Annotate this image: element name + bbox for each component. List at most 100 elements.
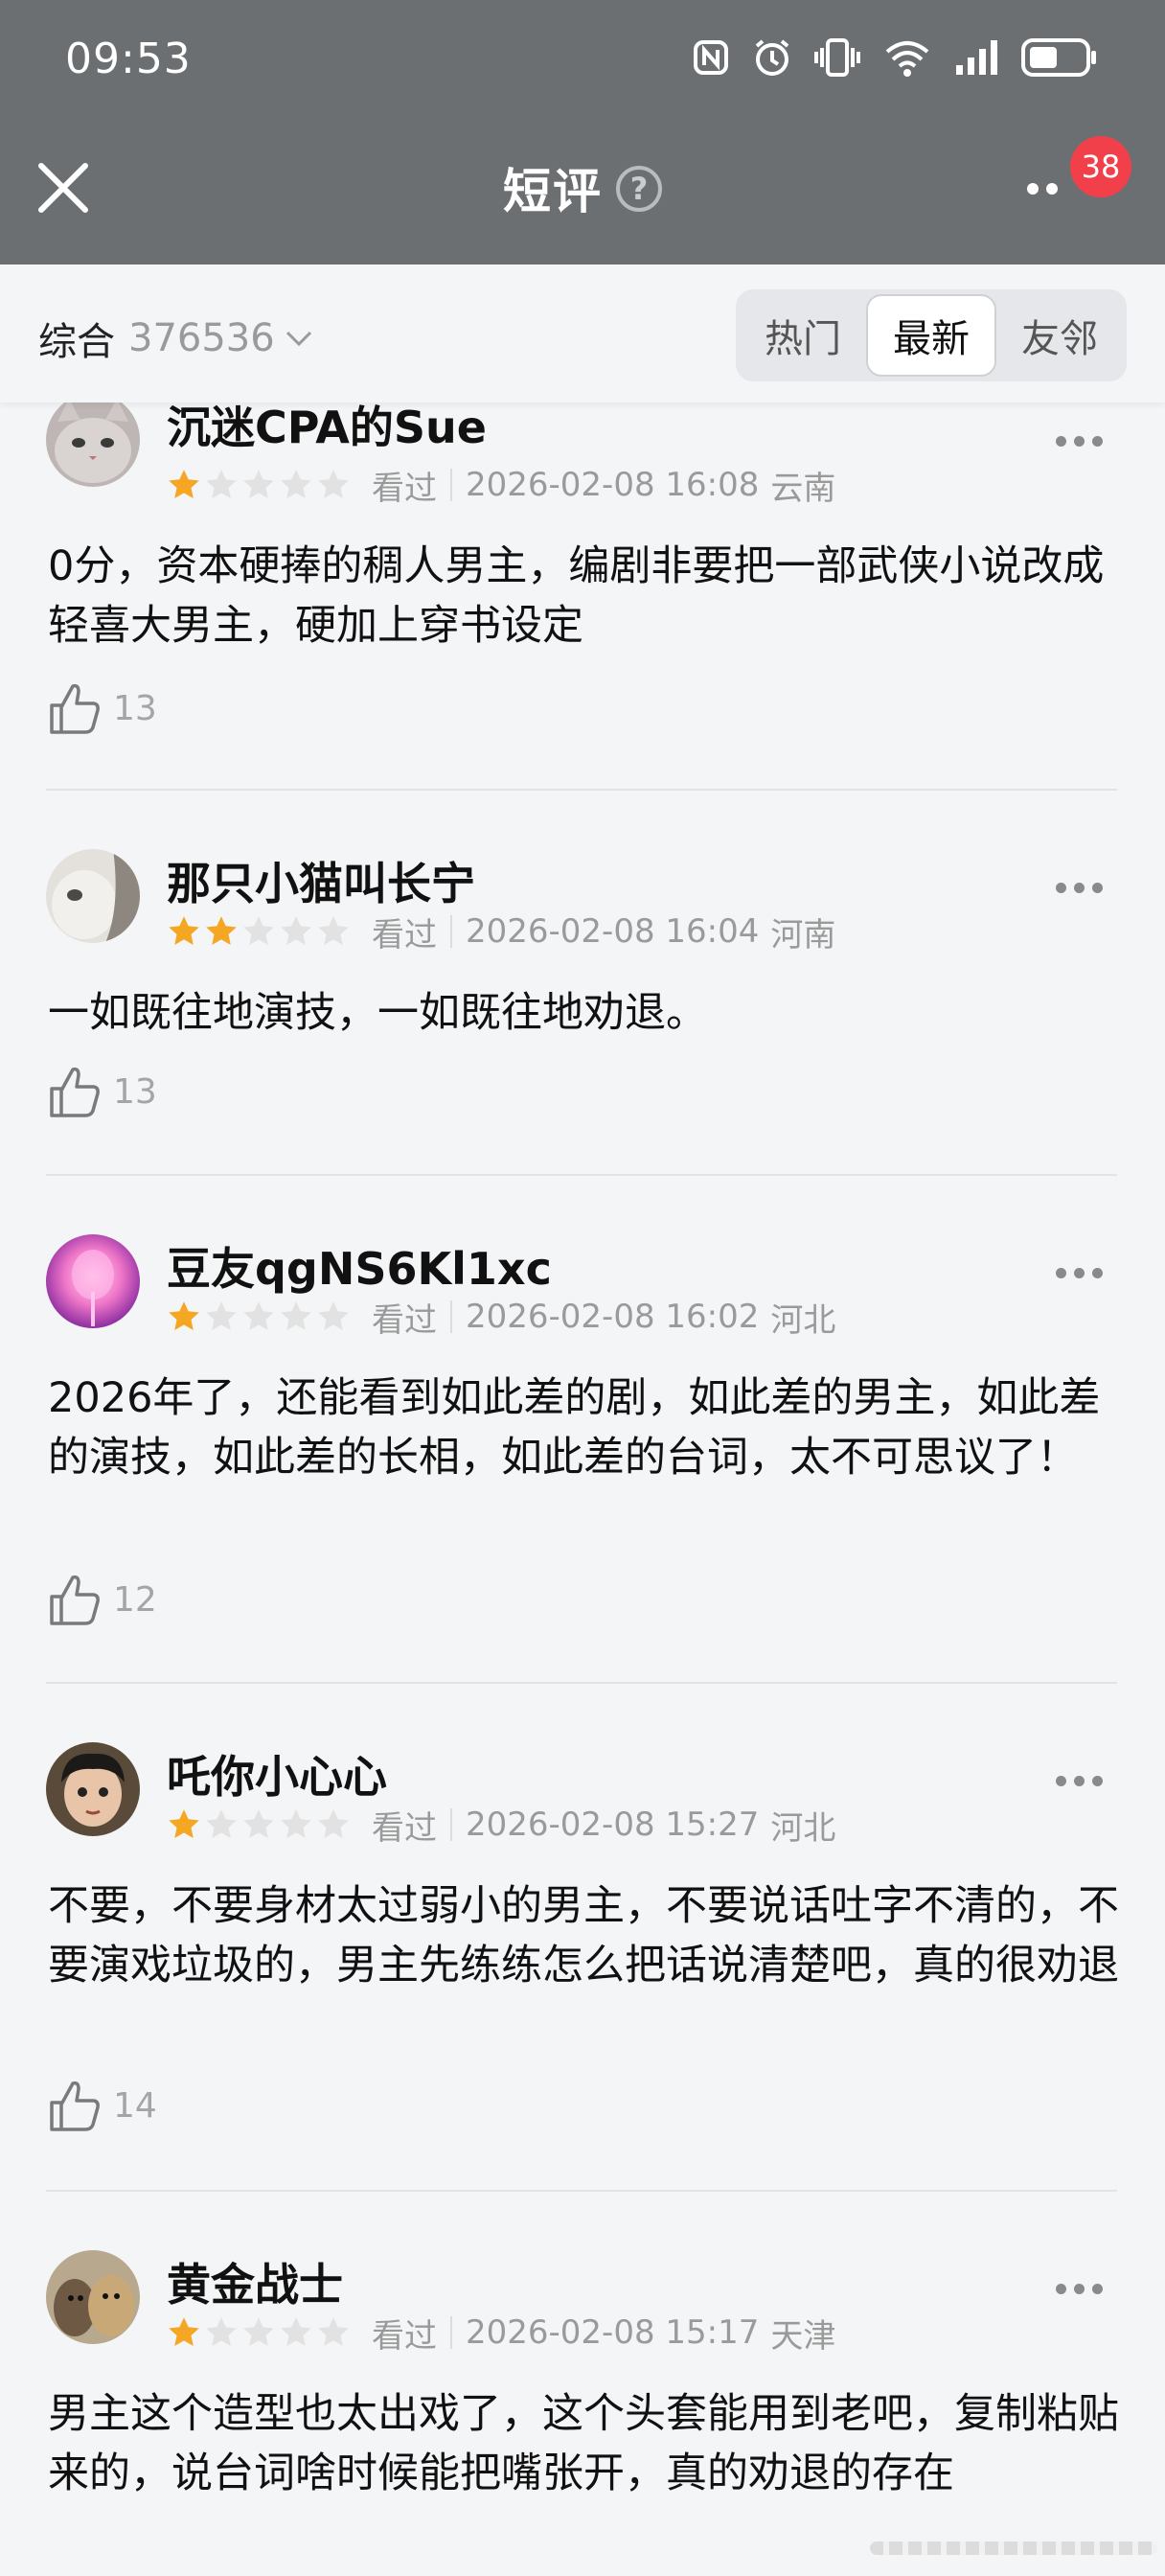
thumbs-up-icon bbox=[50, 683, 100, 734]
star-empty-icon bbox=[318, 916, 349, 945]
review-content: 2026年了，还能看到如此差的剧，如此差的男主，如此差的演技，如此差的长相，如此… bbox=[48, 1374, 1101, 1482]
review-time: 2026-02-08 16:04 bbox=[466, 912, 760, 951]
username[interactable]: 吒你小心心 bbox=[167, 1742, 387, 1806]
thumbs-up-icon bbox=[50, 1575, 100, 1625]
divider bbox=[46, 2190, 1117, 2192]
meta-divider bbox=[450, 469, 452, 501]
divider bbox=[46, 1682, 1117, 1684]
review-more-button[interactable] bbox=[1056, 1771, 1104, 1790]
review-content: 男主这个造型也太出戏了，这个头套能用到老吧，复制粘贴来的，说台词啥时候能把嘴张开… bbox=[48, 2390, 1119, 2497]
watch-status: 看过 bbox=[372, 1808, 437, 1848]
like-count: 14 bbox=[113, 2085, 157, 2126]
review-location: 河南 bbox=[770, 915, 836, 954]
wifi-icon bbox=[885, 41, 929, 77]
review-time: 2026-02-08 15:27 bbox=[466, 1806, 760, 1844]
like-count: 12 bbox=[113, 1579, 157, 1620]
username[interactable]: 那只小猫叫长宁 bbox=[167, 849, 475, 912]
star-empty-icon bbox=[318, 470, 349, 498]
avatar[interactable] bbox=[46, 1742, 140, 1836]
meta-divider bbox=[450, 2316, 452, 2349]
review-time: 2026-02-08 16:08 bbox=[466, 466, 760, 504]
avatar[interactable] bbox=[46, 393, 140, 487]
review-meta: 看过 2026-02-08 16:04 河南 bbox=[167, 910, 836, 954]
star-empty-icon bbox=[318, 1301, 349, 1330]
like-count: 13 bbox=[113, 1071, 157, 1112]
like-button[interactable]: 13 bbox=[46, 680, 157, 736]
divider bbox=[46, 789, 1117, 791]
help-icon[interactable]: ? bbox=[616, 166, 662, 212]
review-content: 一如既往地演技，一如既往地劝退。 bbox=[48, 989, 707, 1037]
review-location: 天津 bbox=[770, 2316, 836, 2356]
tab-friends[interactable]: 友邻 bbox=[996, 294, 1123, 377]
sort-dropdown[interactable]: 综合 376536 bbox=[38, 310, 313, 366]
star-rating bbox=[167, 1300, 351, 1334]
watch-status: 看过 bbox=[372, 1300, 437, 1340]
top-bar: 09:53 短评 ? 38 bbox=[0, 0, 1165, 264]
signal-icon bbox=[956, 40, 997, 75]
thumbs-up-icon bbox=[50, 2081, 100, 2131]
tab-latest[interactable]: 最新 bbox=[866, 294, 996, 377]
star-empty-icon bbox=[206, 2317, 237, 2346]
avatar[interactable] bbox=[46, 1234, 140, 1328]
review-meta: 看过 2026-02-08 16:08 云南 bbox=[167, 464, 836, 508]
more-options-button[interactable] bbox=[1027, 172, 1075, 205]
star-empty-icon bbox=[318, 1809, 349, 1838]
sort-label: 综合 bbox=[38, 320, 115, 364]
notification-badge[interactable]: 38 bbox=[1070, 136, 1131, 197]
review-more-button[interactable] bbox=[1056, 878, 1104, 897]
star-filled-icon bbox=[169, 1809, 199, 1838]
like-button[interactable]: 12 bbox=[46, 1572, 157, 1627]
star-empty-icon bbox=[243, 916, 274, 945]
review-more-button[interactable] bbox=[1056, 1263, 1104, 1282]
review-meta: 看过 2026-02-08 16:02 河北 bbox=[167, 1296, 835, 1340]
review-content: 0分，资本硬捧的稠人男主，编剧非要把一部武侠小说改成轻喜大男主，硬加上穿书设定 bbox=[48, 542, 1105, 650]
page-title: 短评 ? bbox=[0, 157, 1165, 219]
star-empty-icon bbox=[243, 1301, 274, 1330]
star-empty-icon bbox=[318, 2317, 349, 2346]
nfc-icon bbox=[694, 40, 728, 75]
meta-divider bbox=[450, 1808, 452, 1841]
thumbs-up-icon bbox=[50, 1067, 100, 1117]
dot-icon bbox=[1046, 183, 1058, 195]
star-empty-icon bbox=[281, 916, 311, 945]
review-more-button[interactable] bbox=[1056, 2279, 1104, 2298]
username[interactable]: 黄金战士 bbox=[167, 2250, 343, 2313]
star-filled-icon bbox=[206, 916, 237, 945]
username[interactable]: 豆友qgNS6Kl1xc bbox=[167, 1234, 552, 1298]
home-indicator[interactable] bbox=[870, 2542, 1157, 2555]
star-filled-icon bbox=[169, 2317, 199, 2346]
star-empty-icon bbox=[206, 470, 237, 498]
battery-icon bbox=[1021, 38, 1096, 77]
star-empty-icon bbox=[281, 470, 311, 498]
like-button[interactable]: 13 bbox=[46, 1064, 157, 1119]
review-count: 376536 bbox=[128, 316, 275, 360]
review-location: 云南 bbox=[770, 469, 836, 508]
star-empty-icon bbox=[243, 470, 274, 498]
dot-icon bbox=[1027, 183, 1039, 195]
tab-hot[interactable]: 热门 bbox=[740, 294, 866, 377]
alarm-icon bbox=[755, 39, 789, 76]
like-button[interactable]: 14 bbox=[46, 2078, 157, 2133]
star-empty-icon bbox=[243, 1809, 274, 1838]
avatar[interactable] bbox=[46, 2250, 140, 2344]
review-meta: 看过 2026-02-08 15:17 天津 bbox=[167, 2312, 836, 2356]
review-more-button[interactable] bbox=[1056, 431, 1104, 450]
star-empty-icon bbox=[243, 2317, 274, 2346]
star-empty-icon bbox=[281, 1809, 311, 1838]
vibrate-icon bbox=[814, 38, 860, 77]
star-filled-icon bbox=[169, 1301, 199, 1330]
star-empty-icon bbox=[281, 1301, 311, 1330]
filter-bar: 综合 376536 热门 最新 友邻 bbox=[0, 264, 1165, 402]
review-location: 河北 bbox=[770, 1808, 836, 1848]
review-content: 不要，不要身材太过弱小的男主，不要说话吐字不清的，不要演戏垃圾的，男主先练练怎么… bbox=[48, 1882, 1119, 1990]
page-title-text: 短评 bbox=[503, 164, 603, 219]
sort-tabs: 热门 最新 友邻 bbox=[736, 289, 1127, 381]
divider bbox=[46, 1174, 1117, 1176]
star-rating bbox=[167, 1807, 351, 1842]
star-empty-icon bbox=[281, 2317, 311, 2346]
like-count: 13 bbox=[113, 688, 157, 728]
star-rating bbox=[167, 468, 351, 502]
avatar[interactable] bbox=[46, 849, 140, 943]
star-rating bbox=[167, 914, 351, 949]
meta-divider bbox=[450, 1300, 452, 1333]
